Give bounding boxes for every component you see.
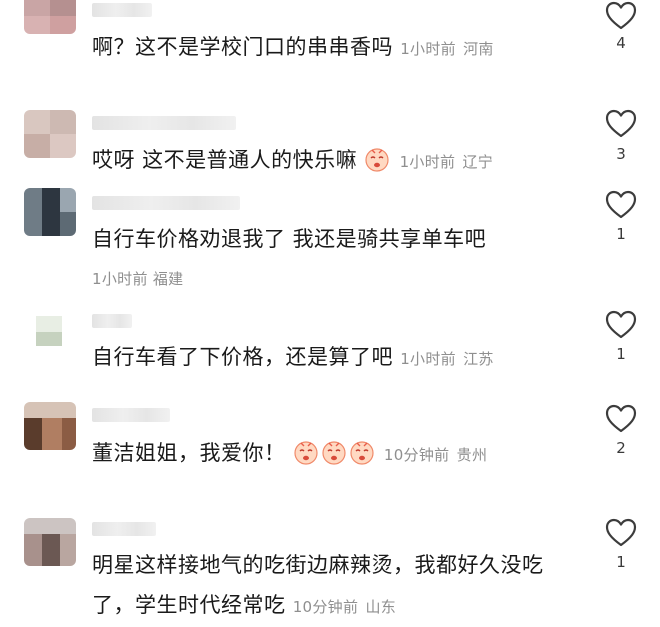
heart-outline-icon: [605, 190, 637, 219]
heart-outline-icon: [605, 1, 637, 30]
heart-outline-icon: [605, 518, 637, 547]
comment-location: 河南: [463, 40, 494, 58]
comment-body: 啊？这不是学校门口的串串香吗: [92, 35, 393, 59]
comment-location: 山东: [365, 598, 397, 616]
comment-body-line-1: 明星这样接地气的吃街边麻辣烫，我都好久没吃: [92, 553, 544, 577]
avatar[interactable]: [24, 518, 76, 566]
comment-body: 哎呀 这不是普通人的快乐嘛: [92, 148, 358, 172]
heart-outline-icon: [605, 310, 637, 339]
comment-text: 董洁姐姐，我爱你！ 10分钟前 贵州: [92, 436, 487, 472]
crying-face-emoji-icon: [294, 441, 318, 465]
avatar[interactable]: [24, 110, 76, 158]
like-button[interactable]: [604, 0, 638, 32]
like-count: 1: [616, 225, 626, 243]
avatar[interactable]: [24, 310, 76, 358]
comment-time: 1小时前: [92, 270, 148, 288]
crying-face-emoji-icon: [350, 441, 374, 465]
comment-location: 贵州: [456, 446, 488, 464]
username[interactable]: [92, 196, 240, 210]
comment-body: 自行车价格劝退我了 我还是骑共享单车吧: [92, 227, 487, 251]
comment-body-line-2: 了，学生时代经常吃: [92, 593, 286, 617]
crying-face-emoji-icon: [322, 441, 346, 465]
avatar[interactable]: [24, 402, 76, 450]
comment-time: 1小时前: [400, 40, 456, 58]
username[interactable]: [92, 116, 236, 130]
comment-time: 1小时前: [400, 350, 456, 368]
like-count: 4: [616, 34, 626, 52]
like-button[interactable]: [604, 108, 638, 140]
comment-text: 明星这样接地气的吃街边麻辣烫，我都好久没吃: [92, 548, 544, 582]
avatar[interactable]: [24, 188, 76, 236]
comment-body: 董洁姐姐，我爱你！: [92, 441, 286, 465]
heart-outline-icon: [605, 109, 637, 138]
username[interactable]: [92, 408, 170, 422]
comment-time: 10分钟前: [383, 446, 450, 464]
comment-time: 10分钟前: [292, 598, 359, 616]
like-count: 2: [616, 439, 626, 457]
comment-text: 自行车看了下价格，还是算了吧 1小时前 江苏: [92, 340, 494, 376]
username[interactable]: [92, 314, 132, 328]
like-button[interactable]: [604, 403, 638, 435]
like-count: 1: [616, 345, 626, 363]
comment-body: 自行车看了下价格，还是算了吧: [92, 345, 393, 369]
like-count: 3: [616, 145, 626, 163]
avatar[interactable]: [24, 0, 76, 34]
like-count: 1: [616, 553, 626, 571]
heart-outline-icon: [605, 404, 637, 433]
username[interactable]: [92, 522, 156, 536]
like-button[interactable]: [604, 309, 638, 341]
comment-meta: 1小时前 福建: [92, 268, 183, 289]
comment-text: 啊？这不是学校门口的串串香吗 1小时前 河南: [92, 30, 494, 66]
comment-time: 1小时前: [399, 153, 456, 171]
crying-face-emoji-icon: [365, 148, 389, 172]
comment-text: 自行车价格劝退我了 我还是骑共享单车吧: [92, 222, 486, 256]
like-button[interactable]: [604, 189, 638, 221]
comment-text: 了，学生时代经常吃 10分钟前 山东: [92, 588, 396, 624]
comment-text: 哎呀 这不是普通人的快乐嘛 1小时前 辽宁: [92, 143, 493, 179]
username[interactable]: [92, 3, 152, 17]
like-button[interactable]: [604, 517, 638, 549]
comment-location: 辽宁: [462, 153, 494, 171]
comment-location: 江苏: [463, 350, 494, 368]
comment-location: 福建: [152, 270, 184, 288]
